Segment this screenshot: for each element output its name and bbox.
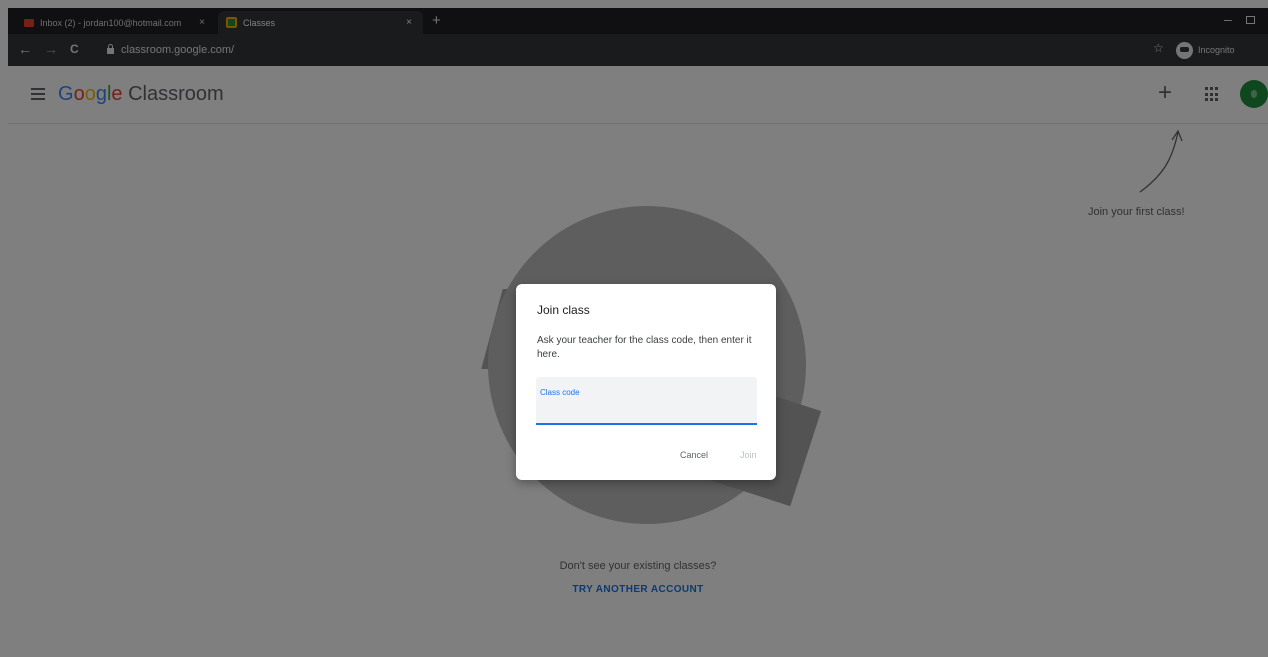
class-code-input[interactable] (540, 401, 752, 419)
join-class-dialog: Join class Ask your teacher for the clas… (516, 284, 776, 480)
class-code-field[interactable]: Class code (536, 377, 757, 425)
screen: Inbox (2) - jordan100@hotmail.com × Clas… (0, 0, 1268, 657)
dialog-title: Join class (537, 303, 590, 317)
dialog-instructions: Ask your teacher for the class code, the… (537, 335, 752, 360)
cancel-button[interactable]: Cancel (680, 450, 708, 460)
join-button[interactable]: Join (740, 450, 757, 460)
class-code-label: Class code (540, 388, 580, 397)
